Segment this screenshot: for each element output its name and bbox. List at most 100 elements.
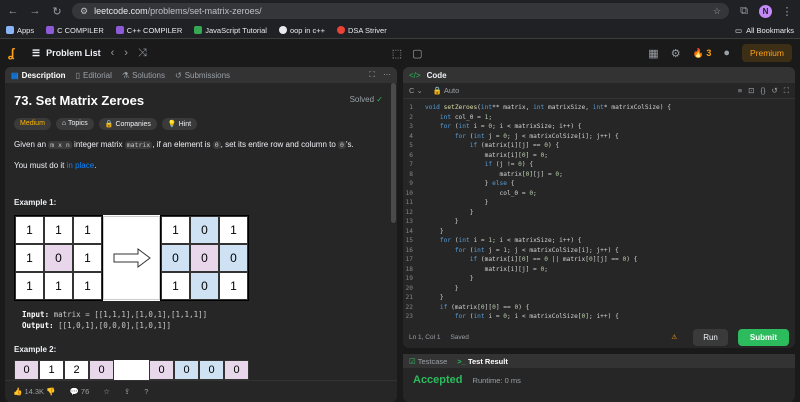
browser-toolbar: ← → ↻ ⚙ leetcode.com/problems/set-matrix… [0,0,800,22]
code-line: 15 for (int i = 1; i < matrixSize; i++) … [403,236,795,246]
menu-icon[interactable]: ⋮ [780,5,794,18]
code-line: 22 if (matrix[0][0] == 0) { [403,303,795,313]
bookmark-dsa-striver[interactable]: DSA Striver [336,26,387,35]
line-number: 19 [405,275,413,282]
code-text: } [425,294,444,301]
bookmark-oop-cpp[interactable]: oop in c++ [278,26,325,35]
bookmark-star-icon[interactable]: ☆ [713,6,721,17]
bookmark-apps[interactable]: Apps [6,26,34,35]
format-icon[interactable]: ≡ [738,86,742,96]
submit-button[interactable]: Submit [737,328,789,346]
tab-submissions[interactable]: ↺ Submissions [175,71,230,80]
address-bar[interactable]: ⚙ leetcode.com/problems/set-matrix-zeroe… [72,3,729,19]
bookmark-icon[interactable]: ⊡ [748,86,754,96]
description-scrollbar[interactable] [391,83,396,223]
run-button[interactable]: Run [693,328,728,346]
brace-icon[interactable]: {} [760,86,765,96]
line-number: 18 [405,265,413,273]
shuffle-icon[interactable]: ⤨ [138,47,147,60]
code-panel: </> Code C ⌄ 🔒 Auto ≡ ⊡ {} ↺ ⛶ 1 void set… [403,67,795,348]
matrix-cell: 1 [161,216,190,244]
forward-icon[interactable]: → [28,5,42,17]
code-text: matrix[0][j] = 0; [425,170,563,178]
url-path: /problems/set-matrix-zeroes/ [147,6,262,16]
auto-complete-toggle[interactable]: 🔒 Auto [433,86,459,95]
streak-counter[interactable]: 🔥 3 [693,48,712,59]
compiler-icon [115,26,124,34]
debug-icon[interactable]: ⬚ [392,47,402,60]
tab-solutions[interactable]: ⚗ Solutions [122,71,165,80]
thumbs-up-icon: 👍 [13,387,23,396]
all-bookmarks[interactable]: ▭ All Bookmarks [735,26,794,35]
code-text: } [425,218,459,225]
premium-button[interactable]: Premium [741,44,792,62]
code-text: if (matrix[0][0] == 0) { [439,303,530,311]
thumbs-down-icon[interactable]: 👎 [46,387,55,396]
line-number: 8 [409,170,413,178]
bookmark-c-compiler[interactable]: C COMPILER [46,26,104,35]
tab-testcase[interactable]: ☑ Testcase [409,357,447,366]
line-number: 12 [405,208,413,216]
submissions-icon: ↺ [174,70,182,80]
problem-list-button[interactable]: ☰ Problem List [32,48,101,59]
more-icon[interactable]: ⋯ [383,70,391,80]
code-line: 20 } [403,284,795,294]
in-place-link[interactable]: in place [67,161,95,170]
site-info-icon[interactable]: ⚙ [80,6,88,17]
comment-icon: 💬 [69,387,79,396]
bookmark-cpp-compiler[interactable]: C++ COMPILER [115,26,182,35]
reload-icon[interactable]: ↻ [50,5,64,18]
reset-icon[interactable]: ↺ [771,86,777,96]
comments-button[interactable]: 💬 76 [69,387,89,396]
code-text: } [425,227,444,235]
matrix-cell: 0 [14,360,39,380]
problem-description: 73. Set Matrix Zeroes Solved ✓ Medium ⌂ … [5,83,397,390]
problem-tags: Medium ⌂ Topics 🔒 Companies 💡 Hint [14,118,388,130]
layout-icon[interactable]: ▦ [648,47,658,60]
language-select[interactable]: C ⌄ [409,86,423,95]
tab-description[interactable]: ▤ Description [11,71,66,80]
console-icon[interactable]: ⚠ [671,333,677,341]
feedback-icon[interactable]: ? [144,387,148,396]
code-editor[interactable]: 1 void setZeroes(int** matrix, int matrix… [403,99,795,322]
settings-icon[interactable]: ⚙ [671,47,681,60]
leetcode-header: ʆ ☰ Problem List ‹ › ⤨ ⬚ ▢ ▦ ⚙ 🔥 3 ● Prem… [0,39,800,67]
url-host: leetcode.com [94,6,148,16]
example-1-title: Example 1: [14,198,57,207]
editor-status-bar: Ln 1, Col 1 Saved ⚠ Run Submit [403,326,795,348]
share-icon[interactable]: ⇪ [124,387,130,396]
favorite-star-icon[interactable]: ☆ [103,387,110,396]
code-icon: </> [409,70,421,80]
result-panel: ☑ Testcase >_ Test Result Accepted Runti… [403,354,795,402]
matrix-cell: 1 [15,216,44,244]
cursor-position: Ln 1, Col 1 [409,333,441,341]
fullscreen-icon[interactable]: ⛶ [784,86,789,96]
leetcode-logo-icon[interactable]: ʆ [8,46,22,60]
code-text: } [425,208,474,216]
prev-problem-icon[interactable]: ‹ [111,47,115,59]
matrix-cell: 0 [161,244,190,272]
matrix-cell: 1 [44,272,73,300]
line-number: 6 [409,151,413,159]
next-problem-icon[interactable]: › [124,47,128,59]
maximize-icon[interactable]: ⛶ [369,70,375,80]
like-button[interactable]: 👍 14.3K 👎 [13,387,55,396]
matrix-cell: 0 [174,360,199,380]
profile-avatar[interactable]: N [759,4,772,18]
notes-icon[interactable]: ▢ [412,47,422,60]
example-1-io: Input: matrix = [[1,1,1],[1,0,1],[1,1,1]… [22,310,208,330]
user-avatar[interactable]: ● [723,47,730,59]
topics-tag[interactable]: ⌂ Topics [55,118,94,130]
matrix-cell: 0 [199,360,224,380]
code-line: 21 } [403,293,795,303]
page-title[interactable]: 73. Set Matrix Zeroes [14,93,388,108]
extensions-icon[interactable]: ⧉ [737,5,751,18]
back-icon[interactable]: ← [6,5,20,17]
difficulty-badge: Medium [14,118,51,130]
tab-editorial[interactable]: ▯ Editorial [76,71,112,80]
companies-tag[interactable]: 🔒 Companies [98,118,157,130]
tab-test-result[interactable]: >_ Test Result [457,357,508,366]
bookmark-js-tutorial[interactable]: JavaScript Tutorial [194,26,267,35]
matrix-cell: 0 [89,360,114,380]
hint-tag[interactable]: 💡 Hint [161,118,198,130]
